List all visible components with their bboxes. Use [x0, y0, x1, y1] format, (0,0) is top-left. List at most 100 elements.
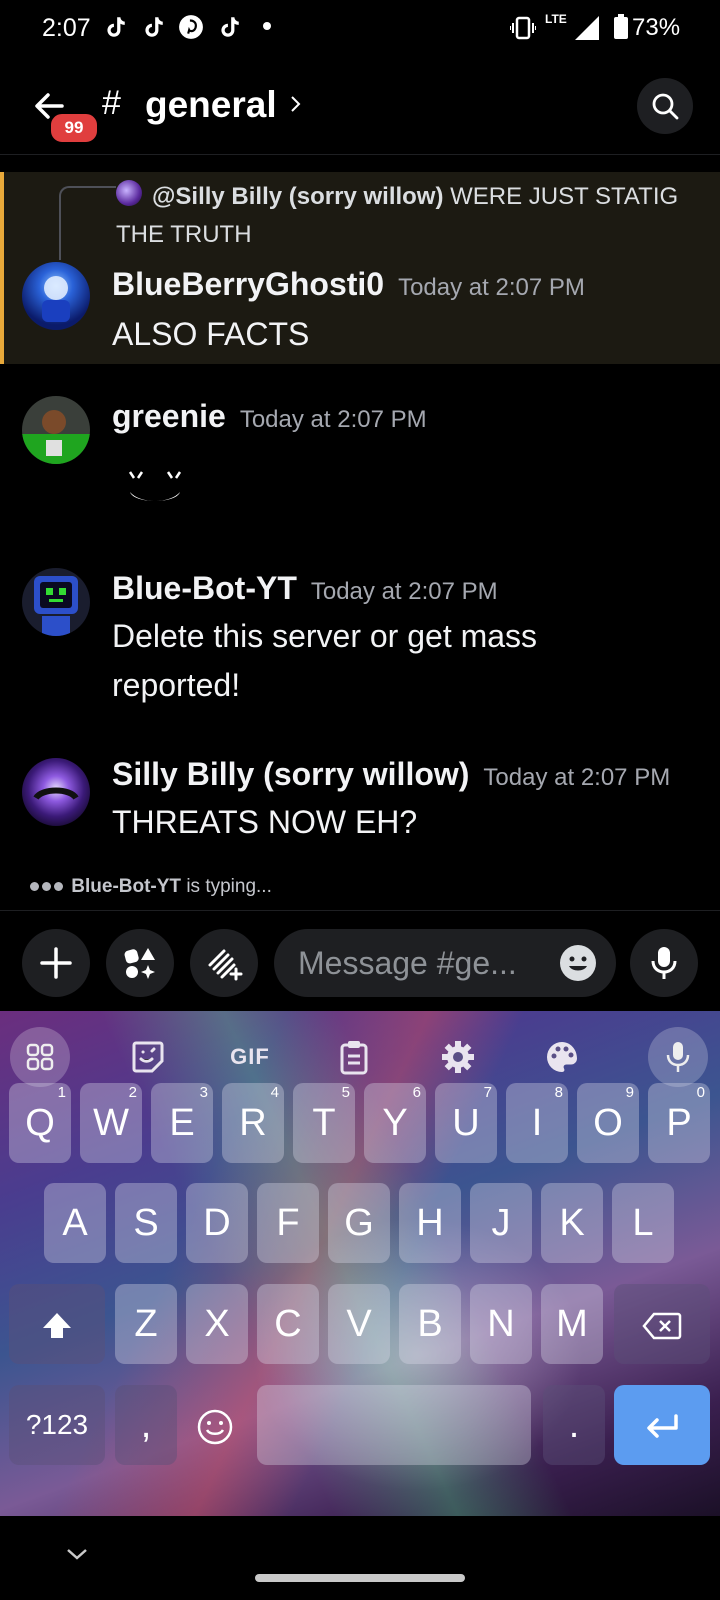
clipboard-icon: [340, 1041, 368, 1075]
key-m[interactable]: M: [541, 1284, 603, 1364]
channel-hash-icon: #: [102, 84, 121, 122]
settings-button[interactable]: [430, 1029, 486, 1085]
attach-button[interactable]: [22, 929, 90, 997]
apps-icon: [124, 948, 155, 979]
reply-preview[interactable]: @Silly Billy (sorry willow) WERE JUST ST…: [116, 178, 706, 254]
message-author[interactable]: Blue-Bot-YT: [112, 570, 297, 606]
message-placeholder: Message #ge...: [298, 945, 517, 981]
message-timestamp: Today at 2:07 PM: [310, 578, 498, 605]
message-composer: Message #ge...: [0, 910, 720, 1011]
key-n[interactable]: N: [470, 1284, 532, 1364]
key-q[interactable]: Q1: [9, 1083, 71, 1163]
tiktok-icon: [221, 17, 239, 37]
reply-mention[interactable]: @Silly Billy (sorry willow): [116, 183, 443, 210]
key-w[interactable]: W2: [80, 1083, 142, 1163]
tiktok-icon: [107, 17, 125, 37]
microphone-icon: [651, 947, 677, 979]
key-d[interactable]: D: [186, 1183, 248, 1263]
status-time: 2:07: [42, 14, 91, 42]
key-s[interactable]: S: [115, 1183, 177, 1263]
message-timestamp: Today at 2:07 PM: [483, 764, 671, 791]
message-author[interactable]: greenie: [112, 398, 226, 434]
battery-icon: [614, 14, 628, 39]
key-r[interactable]: R4: [222, 1083, 284, 1163]
sticker-button[interactable]: [120, 1029, 176, 1085]
message-input[interactable]: Message #ge...: [274, 929, 616, 997]
key-a[interactable]: A: [44, 1183, 106, 1263]
sticker-icon: [132, 1041, 164, 1073]
avatar[interactable]: [22, 568, 90, 636]
apps-button[interactable]: [106, 929, 174, 997]
channel-header: 99 # general: [0, 56, 720, 155]
gift-button[interactable]: [190, 929, 258, 997]
key-u[interactable]: U7: [435, 1083, 497, 1163]
key-c[interactable]: C: [257, 1284, 319, 1364]
avatar[interactable]: [22, 758, 90, 826]
key-o[interactable]: O9: [577, 1083, 639, 1163]
message[interactable]: greenie Today at 2:07 PM: [0, 380, 720, 550]
message[interactable]: Silly Billy (sorry willow) Today at 2:07 …: [0, 740, 720, 850]
emoji-key-icon[interactable]: [195, 1407, 235, 1447]
key-p[interactable]: P0: [648, 1083, 710, 1163]
tiktok-icon: [145, 17, 163, 37]
key-h[interactable]: H: [399, 1183, 461, 1263]
message-author[interactable]: BlueBerryGhosti0: [112, 266, 384, 302]
comma-key[interactable]: ,: [115, 1385, 177, 1465]
message-highlighted[interactable]: @Silly Billy (sorry willow) WERE JUST ST…: [0, 172, 720, 364]
avatar[interactable]: [22, 396, 90, 464]
chevron-down-icon[interactable]: [62, 1544, 92, 1564]
search-icon: [652, 93, 679, 120]
key-x[interactable]: X: [186, 1284, 248, 1364]
typing-user: Blue-Bot-YT: [71, 876, 182, 897]
typing-indicator: Blue-Bot-YT is typing...: [30, 876, 272, 898]
key-b[interactable]: B: [399, 1284, 461, 1364]
key-f[interactable]: F: [257, 1183, 319, 1263]
keyboard-menu-button[interactable]: [10, 1027, 70, 1087]
key-i[interactable]: I8: [506, 1083, 568, 1163]
key-l[interactable]: L: [612, 1183, 674, 1263]
message-timestamp: Today at 2:07 PM: [398, 274, 585, 301]
plus-icon: [40, 947, 72, 979]
key-v[interactable]: V: [328, 1284, 390, 1364]
message-author[interactable]: Silly Billy (sorry willow): [112, 756, 469, 792]
enter-icon: [647, 1414, 678, 1438]
key-k[interactable]: K: [541, 1183, 603, 1263]
key-e[interactable]: E3: [151, 1083, 213, 1163]
period-key[interactable]: .: [543, 1385, 605, 1465]
voice-input-button[interactable]: [648, 1027, 708, 1087]
message-text: ALSO FACTS: [112, 316, 310, 352]
network-type: LTE: [545, 12, 567, 26]
palette-icon: [547, 1042, 577, 1072]
key-z[interactable]: Z: [115, 1284, 177, 1364]
notification-dot: [263, 22, 271, 30]
theme-button[interactable]: [534, 1029, 590, 1085]
symbols-key[interactable]: ?123: [9, 1385, 105, 1465]
pinterest-icon: [179, 15, 203, 39]
avatar[interactable]: [22, 262, 90, 330]
message[interactable]: Blue-Bot-YT Today at 2:07 PM Delete this …: [0, 560, 720, 720]
key-j[interactable]: J: [470, 1183, 532, 1263]
shift-key[interactable]: [9, 1284, 105, 1364]
backspace-key[interactable]: [614, 1284, 710, 1364]
gif-button[interactable]: GIF: [222, 1029, 278, 1085]
enter-key[interactable]: [614, 1385, 710, 1465]
typing-dot: [42, 882, 51, 892]
typing-dot: [54, 882, 63, 892]
battery-level: 73%: [632, 14, 681, 41]
chevron-right-icon[interactable]: [289, 94, 303, 114]
channel-name[interactable]: general: [145, 84, 277, 126]
message-text: Delete this server or get mass reported!: [112, 618, 538, 703]
signal-icon: [575, 16, 599, 40]
emoji-icon[interactable]: [558, 943, 598, 983]
clipboard-button[interactable]: [326, 1029, 382, 1085]
space-key[interactable]: [257, 1385, 531, 1465]
key-y[interactable]: Y6: [364, 1083, 426, 1163]
keyboard: GIF Q1 W2 E3 R4 T5 Y6 U7 I8 O9 P0 A S D …: [0, 1011, 720, 1516]
key-t[interactable]: T5: [293, 1083, 355, 1163]
voice-message-button[interactable]: [630, 929, 698, 997]
shift-icon: [43, 1312, 71, 1338]
search-button[interactable]: [637, 78, 693, 134]
home-gesture-handle[interactable]: [255, 1574, 465, 1582]
key-g[interactable]: G: [328, 1183, 390, 1263]
reply-connector: [59, 186, 116, 260]
